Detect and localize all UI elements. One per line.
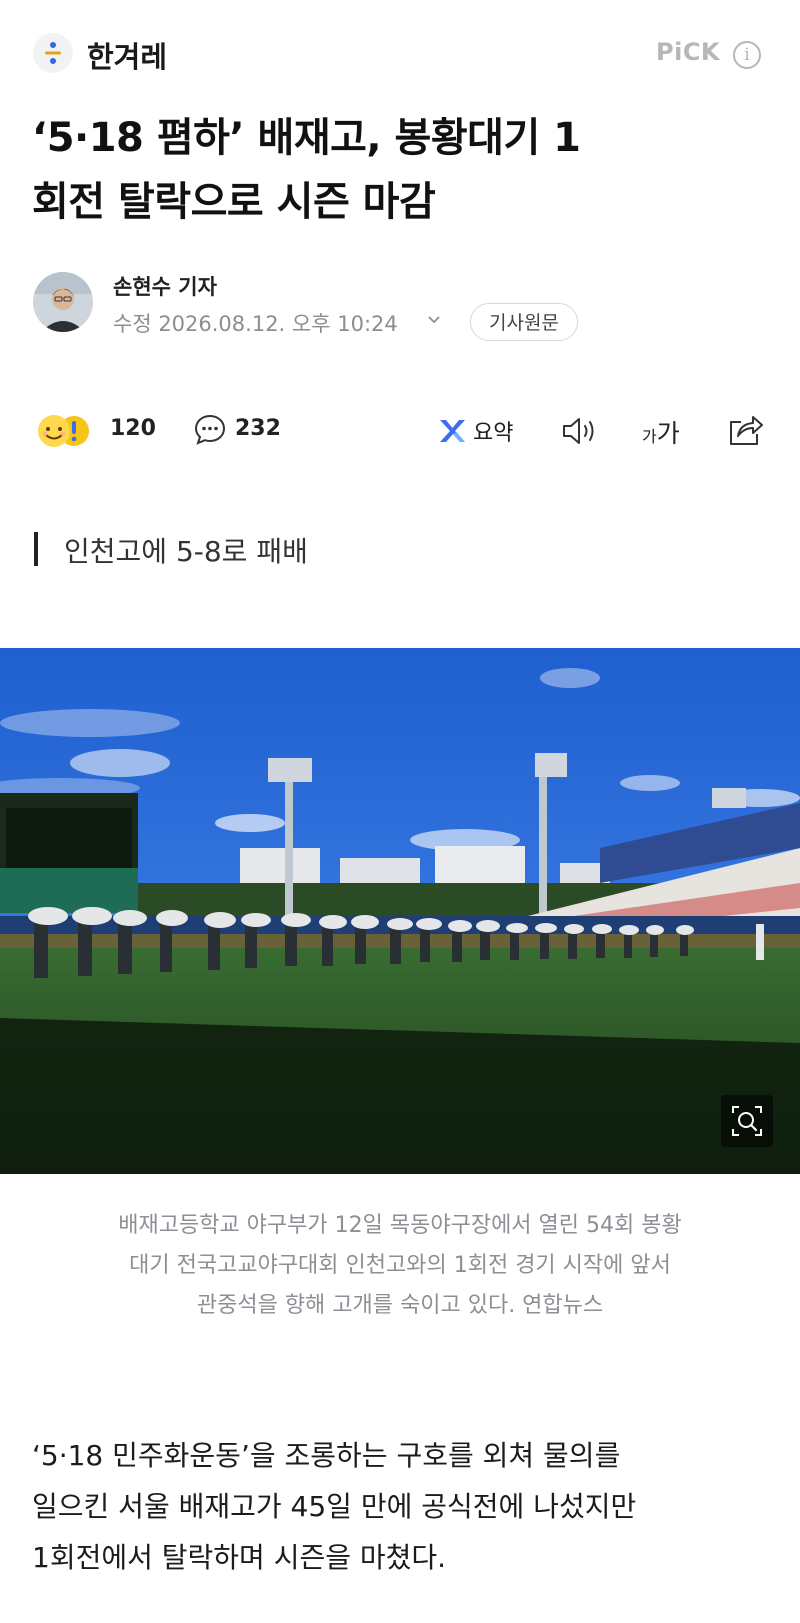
comment-icon[interactable]: [193, 413, 227, 447]
publisher-name[interactable]: 한겨레: [87, 34, 167, 76]
caption-line-1: 배재고등학교 야구부가 12일 목동야구장에서 열린 54회 봉황: [118, 1213, 682, 1238]
pick-label: PiCK: [656, 38, 721, 66]
article-subheading: 인천고에 5-8로 패배: [64, 535, 308, 568]
body-line-3: 1회전에서 탈락하며 시즌을 마쳤다.: [32, 1541, 447, 1574]
caption-line-3: 관중석을 향해 고개를 숙이고 있다. 연합뉴스: [196, 1293, 604, 1318]
modified-datetime: 수정 2026.08.12. 오후 10:24: [113, 312, 398, 336]
title-line-2: 회전 탈락으로 시즌 마감: [32, 179, 436, 225]
body-line-1: ‘5·18 민주화운동’을 조롱하는 구호를 외쳐 물의를: [32, 1439, 621, 1472]
body-line-2: 일으킨 서울 배재고가 45일 만에 공식전에 나섰지만: [32, 1490, 637, 1523]
zoom-icon: [732, 1106, 762, 1136]
subheading-bar: [34, 532, 38, 566]
reporter-avatar[interactable]: [33, 272, 93, 332]
article-title: ‘5·18 폄하’ 배재고, 봉황대기 1 회전 탈락으로 시즌 마감: [32, 106, 772, 234]
font-size-button[interactable]: 가가: [642, 414, 680, 450]
reaction-emoji-icon[interactable]: [36, 413, 106, 449]
reporter-name[interactable]: 손현수 기자: [113, 271, 217, 301]
font-size-big-label: 가: [656, 419, 680, 448]
info-icon[interactable]: i: [733, 41, 761, 69]
baseball-stadium-photo-icon: [0, 648, 800, 1174]
summary-icon[interactable]: [437, 417, 467, 445]
caption-line-2: 대기 전국고교야구대회 인천고와의 1회전 경기 시작에 앞서: [129, 1253, 671, 1278]
reaction-count[interactable]: 120: [110, 416, 156, 441]
reporter-photo-icon: [33, 272, 93, 332]
article-photo[interactable]: [0, 648, 800, 1174]
hankyoreh-logo-icon: [45, 42, 61, 64]
font-size-small-label: 가: [642, 427, 657, 446]
comment-count[interactable]: 232: [235, 416, 281, 441]
article-body: ‘5·18 민주화운동’을 조롱하는 구호를 외쳐 물의를 일으킨 서울 배재고…: [32, 1430, 782, 1583]
speaker-icon[interactable]: [560, 414, 602, 448]
chevron-down-icon[interactable]: [427, 313, 441, 327]
zoom-button[interactable]: [721, 1095, 773, 1147]
original-article-button[interactable]: 기사원문: [470, 303, 578, 341]
publisher-logo[interactable]: [33, 33, 73, 73]
share-icon[interactable]: [726, 412, 764, 448]
photo-caption: 배재고등학교 야구부가 12일 목동야구장에서 열린 54회 봉황 대기 전국고…: [30, 1206, 770, 1326]
title-line-1: ‘5·18 폄하’ 배재고, 봉황대기 1: [32, 115, 581, 161]
summary-button[interactable]: 요약: [473, 415, 513, 447]
